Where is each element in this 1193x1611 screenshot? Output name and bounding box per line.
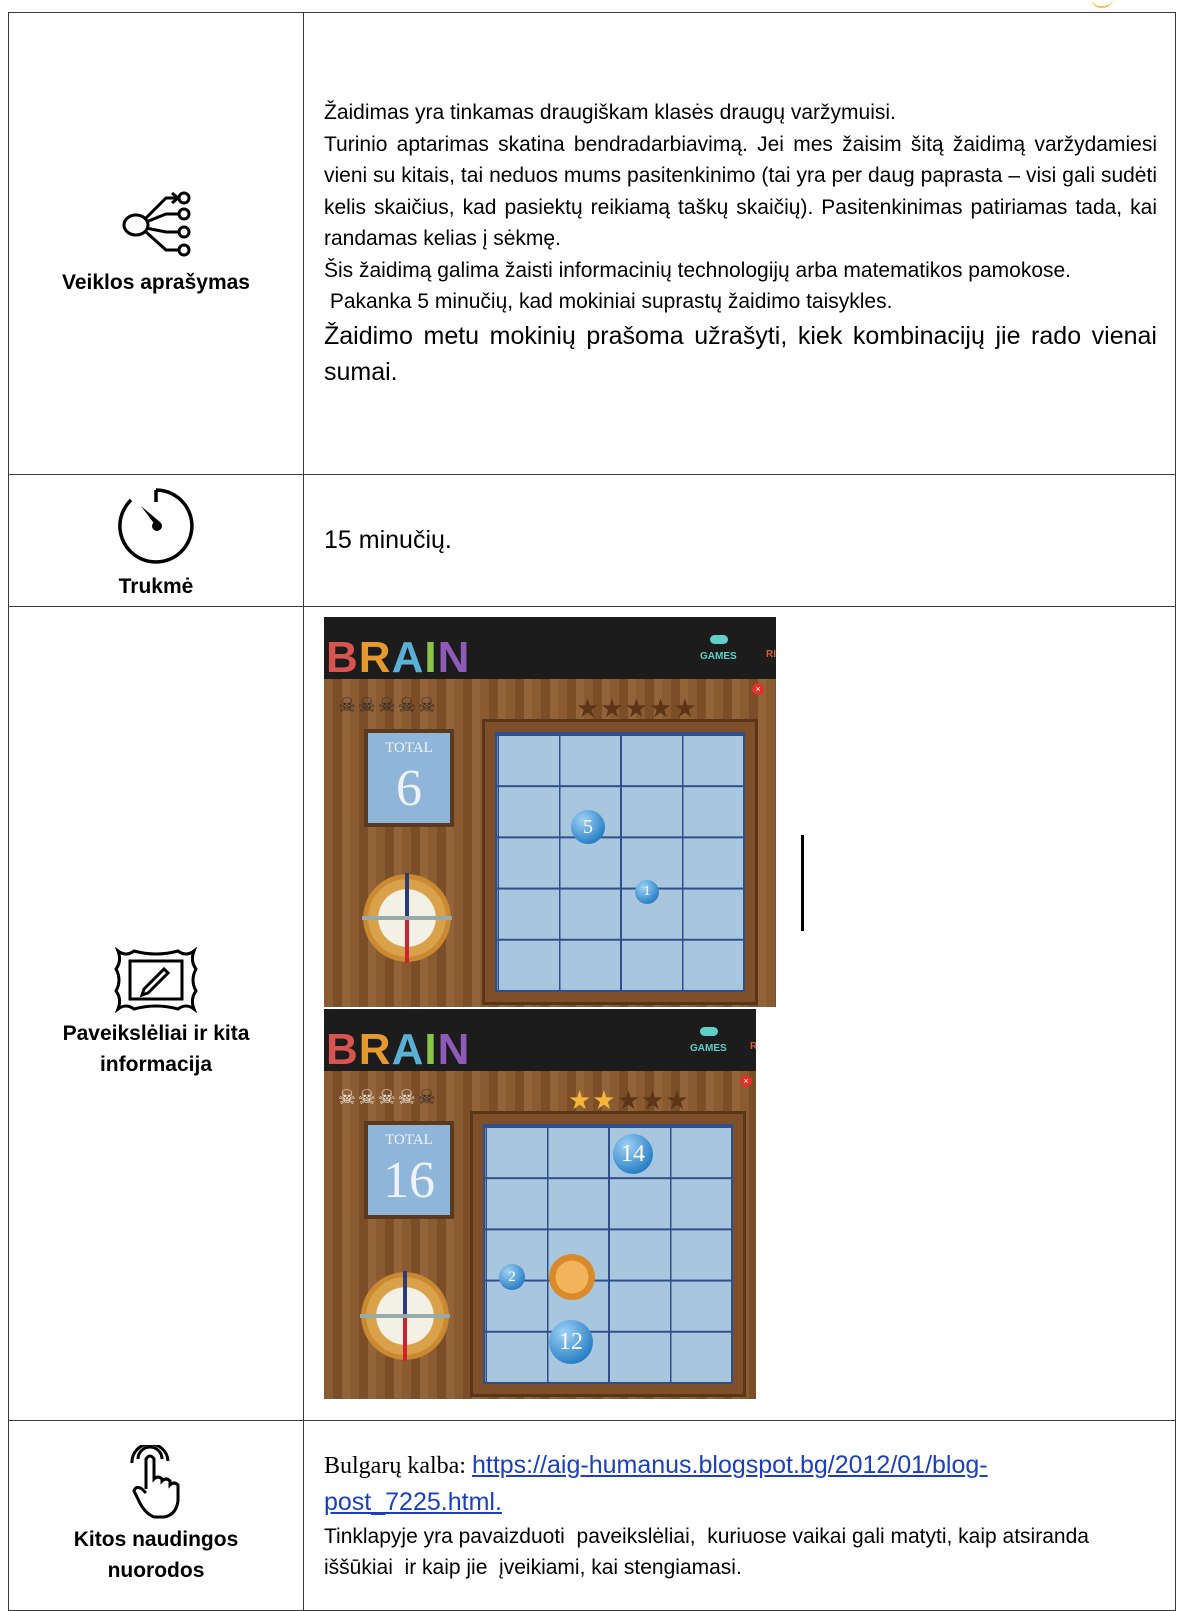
pictures-content: BRAIN GAMES RI ☠☠☠☠☠ ★★★★★ × TOTAL 6 5 1…	[303, 606, 1176, 1421]
number-bubble: 12	[549, 1320, 593, 1364]
cut-nav-link: RI	[766, 649, 776, 660]
paragraph: Šis žaidimą galima žaisti informacinių t…	[324, 258, 1072, 282]
row-label: Trukmė	[118, 575, 194, 599]
timer-icon	[118, 488, 194, 565]
cut-nav-link: R	[750, 1041, 756, 1052]
game-screenshot-1: BRAIN GAMES RI ☠☠☠☠☠ ★★★★★ × TOTAL 6 5 1	[324, 617, 776, 1007]
row-label: Veiklos aprašymas	[62, 271, 250, 295]
duration-text: 15 minučių.	[324, 526, 452, 555]
game-grid: 14 2 12	[470, 1111, 746, 1397]
link-paragraph: Bulgarų kalba: https://aig-humanus.blogs…	[324, 1447, 1157, 1520]
number-bubble: 2	[499, 1264, 525, 1290]
total-label: TOTAL	[385, 740, 433, 756]
paragraph: Pakanka 5 minučių, kad mokiniai suprastų…	[324, 290, 893, 313]
total-box: TOTAL 6	[364, 729, 454, 827]
touch-hand-icon	[130, 1445, 180, 1519]
row-label: Paveikslėliai ir kita	[62, 1022, 250, 1046]
number-bubble: 1	[635, 880, 659, 904]
grid-cells	[495, 732, 745, 992]
game-board-area: ☠☠☠☠☠ ★★★★★ × TOTAL 6 5 1	[324, 679, 776, 1007]
lives-skulls: ☠☠☠☠☠	[338, 1087, 438, 1109]
links-content: Bulgarų kalba: https://aig-humanus.blogs…	[303, 1420, 1176, 1611]
games-nav-link: GAMES	[690, 1027, 727, 1054]
total-box: TOTAL 16	[364, 1121, 454, 1219]
paragraph: Žaidimas yra tinkamas draugiškam klasės …	[324, 101, 896, 124]
row-duration: Trukmė 15 minučių.	[8, 474, 1176, 607]
skull-coin-icon	[549, 1254, 595, 1300]
game-grid: 5 1	[482, 719, 758, 1005]
description-content: Žaidimas yra tinkamas draugiškam klasės …	[303, 12, 1176, 475]
game-header: BRAIN GAMES R	[324, 1009, 756, 1074]
grid-cells	[483, 1124, 733, 1384]
picture-frame-icon	[114, 947, 198, 1014]
game-screenshot-2: BRAIN GAMES R ☠☠☠☠☠ ★★★★★ × TOTAL 16 14 …	[324, 1009, 756, 1399]
network-branch-icon	[122, 191, 191, 257]
number-bubble: 5	[571, 810, 605, 844]
row-links: Kitos naudingos nuorodos Bulgarų kalba: …	[8, 1420, 1176, 1611]
games-nav-link: GAMES	[700, 635, 737, 662]
label-cell: Paveikslėliai ir kita informacija	[8, 606, 304, 1421]
label-cell: Veiklos aprašymas	[8, 12, 304, 475]
row-description: Veiklos aprašymas Žaidimas yra tinkamas …	[8, 12, 1176, 475]
row-pictures: Paveikslėliai ir kita informacija BRAIN …	[8, 606, 1176, 1421]
game-header: BRAIN GAMES RI	[324, 617, 776, 682]
close-icon: ×	[752, 683, 764, 695]
paragraph: Žaidimo metu mokinių prašoma užrašyti, k…	[324, 321, 1157, 386]
activity-table: Veiklos aprašymas Žaidimas yra tinkamas …	[8, 12, 1176, 1611]
link-prefix: Bulgarų kalba:	[324, 1453, 472, 1480]
lives-skulls: ☠☠☠☠☠	[338, 695, 438, 717]
label-cell: Kitos naudingos nuorodos	[8, 1420, 304, 1611]
compass-wheel-icon	[348, 859, 466, 977]
row-label: informacija	[99, 1052, 213, 1076]
paragraph: Turinio aptarimas skatina bendradarbiavi…	[324, 132, 1157, 251]
total-value: 6	[396, 759, 422, 817]
compass-wheel-icon	[346, 1257, 464, 1375]
link-text: https://aig-humanus.blogspot.bg/2012/01/…	[471, 1451, 988, 1480]
links-description: Tinklapyje yra pavaizduoti paveikslėliai…	[324, 1524, 1095, 1580]
total-value: 16	[383, 1151, 435, 1209]
row-label: Kitos naudingos	[73, 1528, 239, 1552]
total-label: TOTAL	[385, 1132, 433, 1148]
label-cell: Trukmė	[8, 474, 304, 607]
duration-content: 15 minučių.	[303, 474, 1176, 607]
game-board-area: ☠☠☠☠☠ ★★★★★ × TOTAL 16 14 2 12	[324, 1071, 756, 1399]
close-icon: ×	[740, 1075, 752, 1087]
row-label: nuorodos	[107, 1558, 205, 1582]
decorative-corner-mark	[1091, 0, 1113, 8]
number-bubble: 14	[613, 1134, 653, 1174]
link-text: post_7225.html.	[324, 1488, 502, 1517]
image-edge-line	[800, 834, 804, 931]
